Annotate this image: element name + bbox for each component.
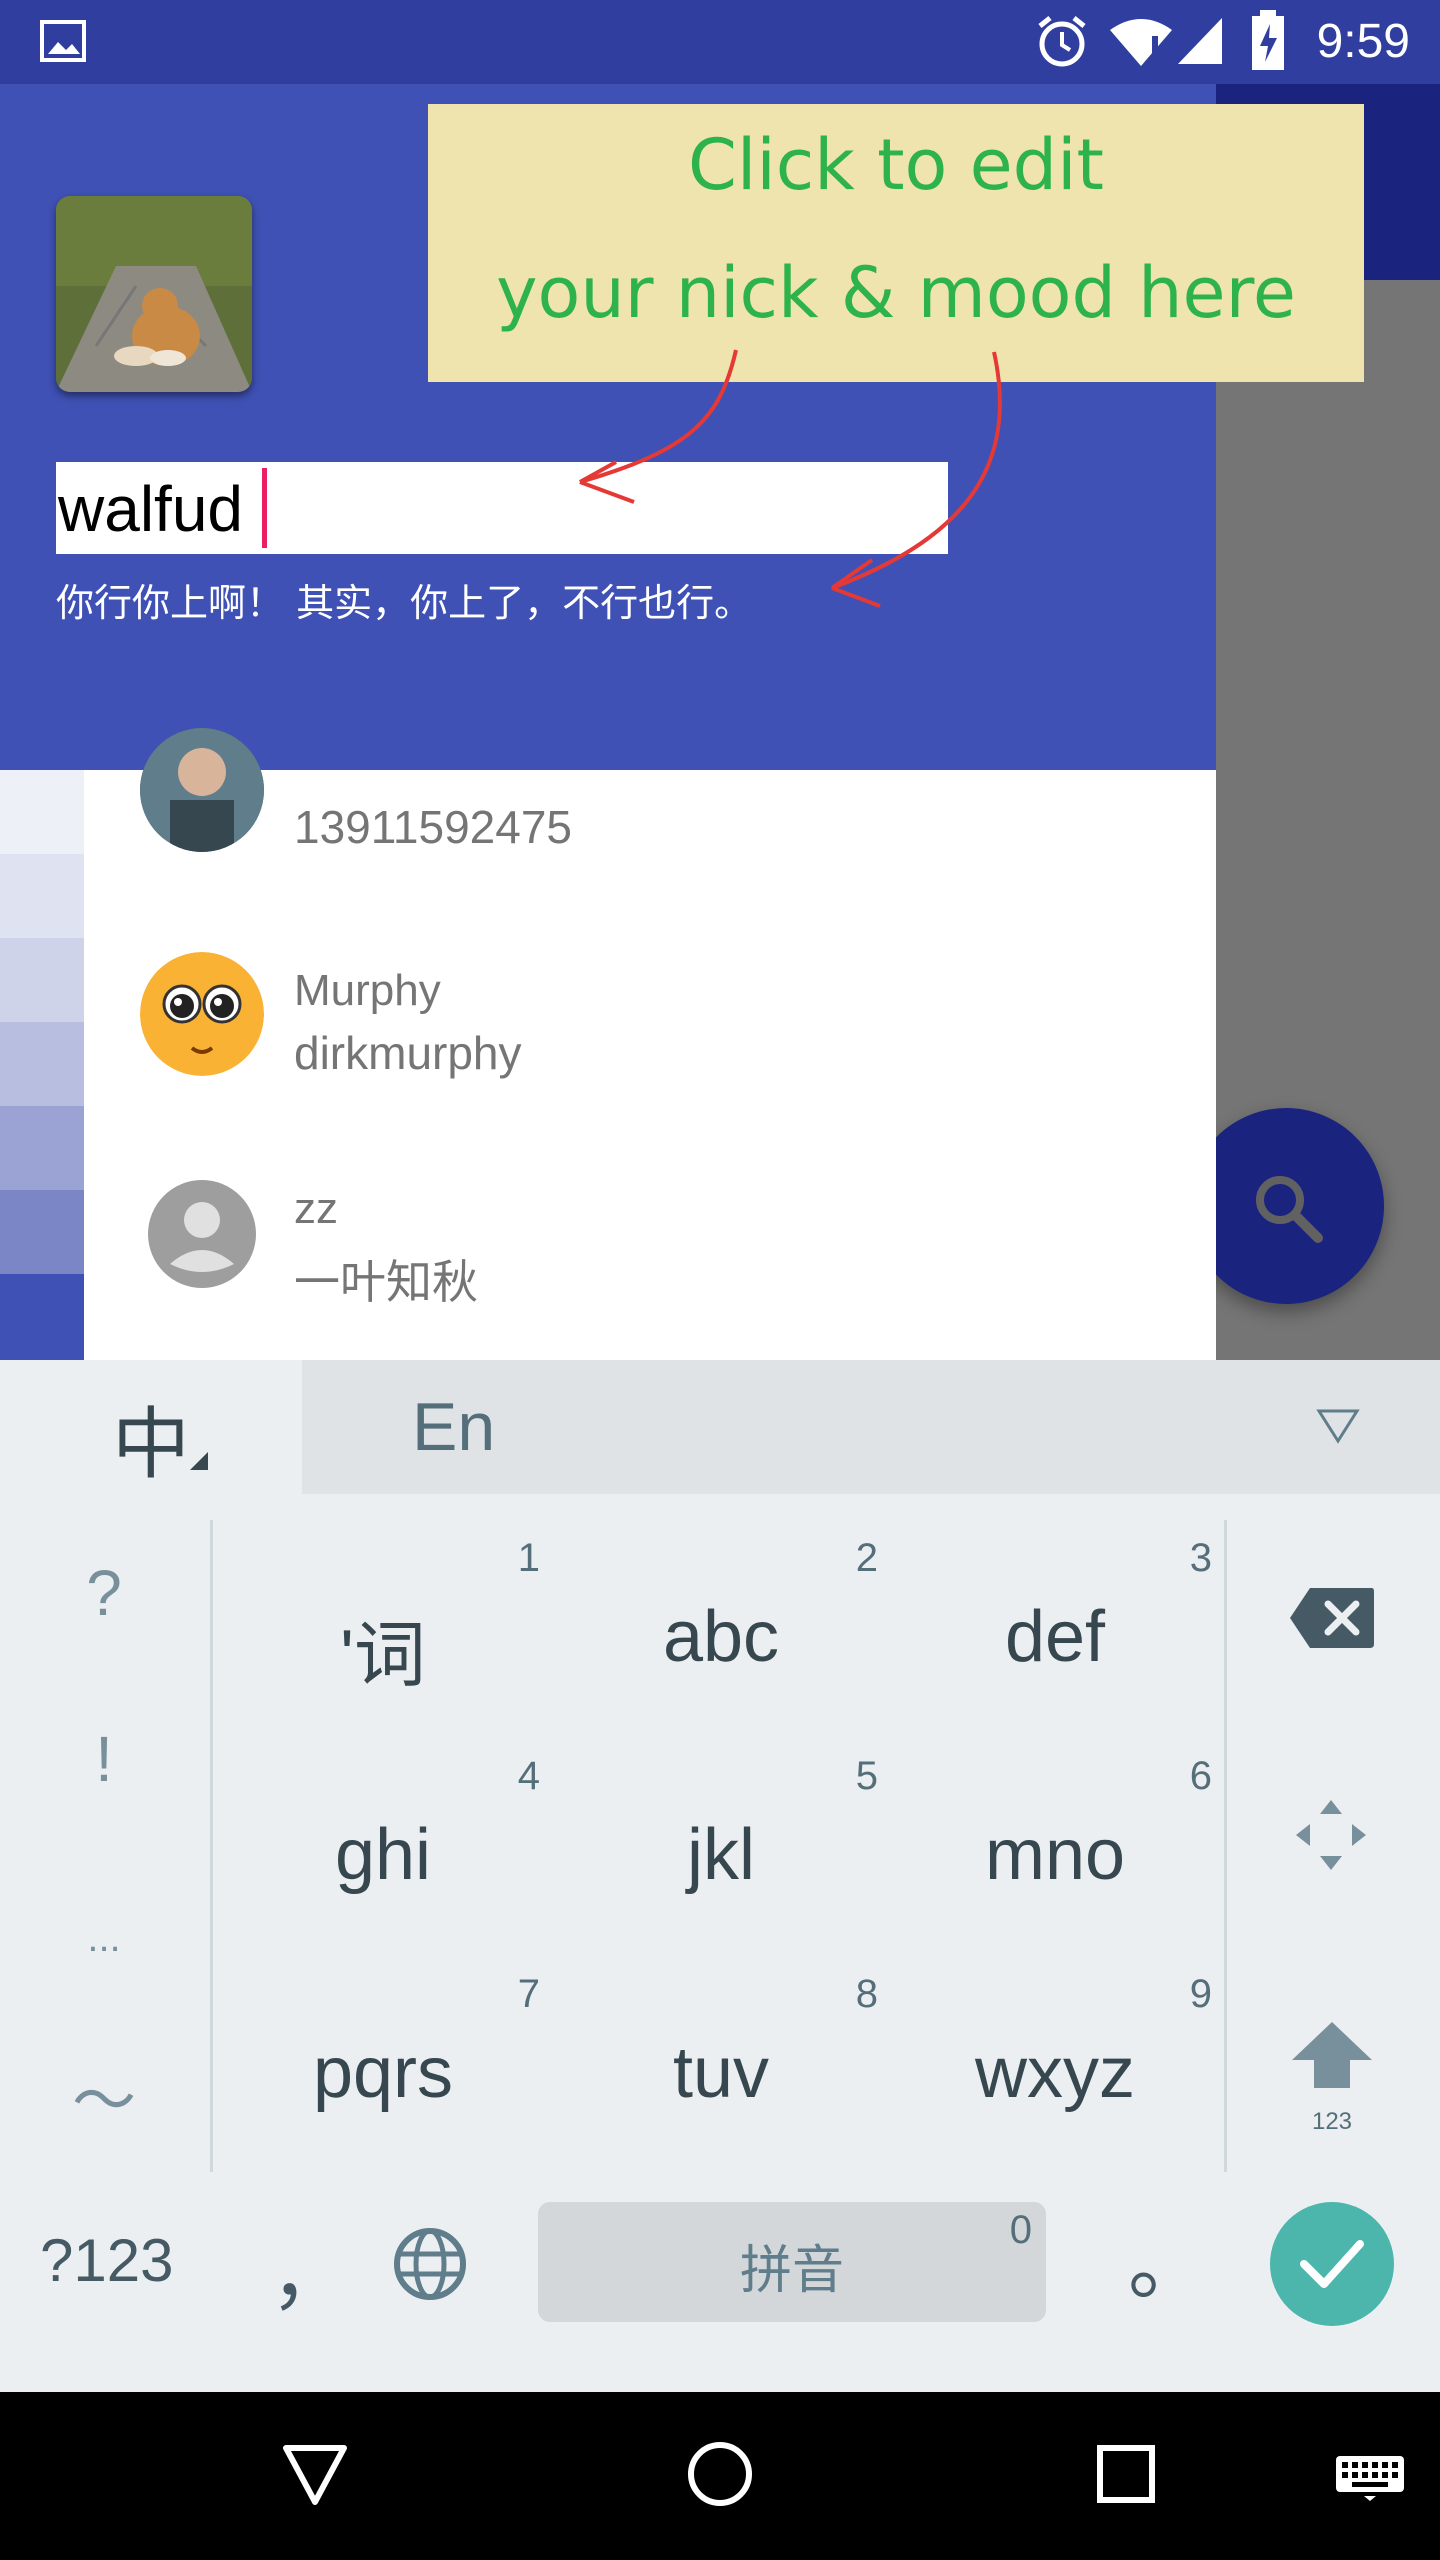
enter-check-icon — [1300, 2240, 1364, 2288]
contact-name: Murphy — [294, 966, 441, 1015]
recents-icon[interactable] — [1096, 2444, 1156, 2504]
shift-sub-label: 123 — [1311, 2108, 1353, 2135]
key-label: wxyz — [975, 2033, 1135, 2113]
key-label: ghi — [334, 1815, 432, 1895]
status-bar: 9:59 — [0, 0, 1440, 84]
wifi-icon — [1110, 19, 1172, 66]
mood-text[interactable]: 你行你上啊！ 其实，你上了，不行也行。 — [56, 572, 752, 627]
key-label: mno — [984, 1815, 1126, 1895]
key-1[interactable]: '词 1 — [218, 1526, 548, 1736]
key-8[interactable]: tuv 8 — [556, 1962, 886, 2172]
key-number: 9 — [1189, 1972, 1212, 2016]
contact-name: zz — [294, 1184, 338, 1233]
contact-sub: 13911592475 — [294, 801, 572, 853]
space-number: 0 — [1009, 2208, 1032, 2252]
nick-input[interactable]: walfud — [56, 462, 948, 554]
space-label: 拼音 — [739, 2241, 844, 2301]
space-key[interactable]: 拼音 0 — [538, 2202, 1046, 2322]
key-number: 3 — [1189, 1536, 1212, 1580]
key-4[interactable]: ghi 4 — [218, 1744, 548, 1954]
soft-keyboard: 中 En ? ! ... ～ '词 1 abc 2 def 3 ghi 4 jk… — [0, 1360, 1440, 2392]
symbol-key-tilde[interactable]: ～ — [4, 2050, 204, 2142]
candidate-bar: En — [302, 1360, 1440, 1494]
symbols-key[interactable]: ?123 — [40, 2226, 173, 2295]
callout-line-2: your nick & mood here — [496, 252, 1296, 334]
enter-key[interactable] — [1270, 2202, 1394, 2326]
period-key[interactable]: 。 — [1128, 2200, 1208, 2316]
divider — [1224, 1520, 1227, 2172]
symbol-key-exclaim[interactable]: ! — [4, 1722, 204, 1796]
symbol-key-question[interactable]: ? — [4, 1556, 204, 1630]
back-icon[interactable] — [282, 2444, 348, 2506]
keyboard-icon[interactable] — [1334, 2454, 1406, 2502]
drawer-left-strip — [0, 770, 84, 1360]
key-label: jkl — [687, 1815, 755, 1895]
list-item[interactable]: Murphy dirkmurphy — [84, 890, 1216, 1130]
emoji-face-icon — [140, 952, 264, 1076]
navigation-bar — [0, 2392, 1440, 2560]
key-label: tuv — [672, 2033, 770, 2113]
profile-avatar[interactable] — [56, 196, 252, 392]
key-9[interactable]: wxyz 9 — [890, 1962, 1220, 2172]
key-number: 8 — [855, 1972, 878, 2016]
cat-photo — [56, 196, 252, 392]
list-item[interactable]: 13911592475 — [84, 650, 1216, 890]
key-label: abc — [662, 1597, 780, 1677]
key-number: 5 — [855, 1754, 878, 1798]
contact-avatar — [140, 952, 264, 1076]
key-number: 4 — [517, 1754, 540, 1798]
corner-triangle-icon — [190, 1452, 208, 1470]
key-3[interactable]: def 3 — [890, 1526, 1220, 1736]
edit-hint-callout: Click to edit your nick & mood here — [428, 104, 1364, 382]
search-icon — [1256, 1176, 1323, 1243]
backspace-icon[interactable] — [1288, 1586, 1376, 1650]
search-fab[interactable] — [1188, 1108, 1384, 1304]
key-2[interactable]: abc 2 — [556, 1526, 886, 1736]
list-item[interactable]: zz 一叶知秋 — [84, 1130, 1216, 1370]
candidate-en[interactable]: En — [412, 1388, 495, 1466]
key-number: 2 — [855, 1536, 878, 1580]
nick-input-text: walfud — [58, 473, 243, 545]
image-icon — [40, 20, 86, 62]
key-label: pqrs — [312, 2033, 454, 2113]
signal-icon — [1178, 18, 1222, 64]
shift-icon[interactable] — [1290, 2020, 1374, 2090]
status-time: 9:59 — [1316, 15, 1410, 68]
text-caret — [262, 468, 267, 548]
comma-key[interactable]: ， — [270, 2210, 350, 2326]
contact-sub: 一叶知秋 — [294, 1256, 478, 1308]
contact-sub: dirkmurphy — [294, 1027, 522, 1079]
alarm-icon — [1038, 16, 1086, 67]
key-label: '词 — [340, 1616, 426, 1696]
key-5[interactable]: jkl 5 — [556, 1744, 886, 1954]
globe-icon[interactable] — [392, 2226, 468, 2302]
key-number: 6 — [1189, 1754, 1212, 1798]
divider — [210, 1520, 213, 2172]
battery-charging-icon — [1252, 10, 1284, 70]
contact-avatar — [140, 728, 264, 852]
default-avatar-icon — [148, 1180, 256, 1288]
language-switch-key[interactable]: 中 — [0, 1360, 300, 1494]
key-number: 1 — [517, 1536, 540, 1580]
contact-list: 13911592475 Murphy dirkmurphy zz 一叶知秋 — [84, 728, 1216, 1360]
key-label: def — [1004, 1597, 1106, 1677]
key-number: 7 — [517, 1972, 540, 2016]
move-cursor-icon[interactable] — [1294, 1798, 1368, 1872]
symbol-key-ellipsis[interactable]: ... — [4, 1916, 204, 1961]
key-7[interactable]: pqrs 7 — [218, 1962, 548, 2172]
chevron-down-triangle-icon[interactable] — [1316, 1408, 1360, 1444]
home-icon[interactable] — [686, 2440, 754, 2508]
language-label: 中 — [112, 1400, 191, 1490]
callout-line-1: Click to edit — [688, 124, 1104, 206]
key-6[interactable]: mno 6 — [890, 1744, 1220, 1954]
